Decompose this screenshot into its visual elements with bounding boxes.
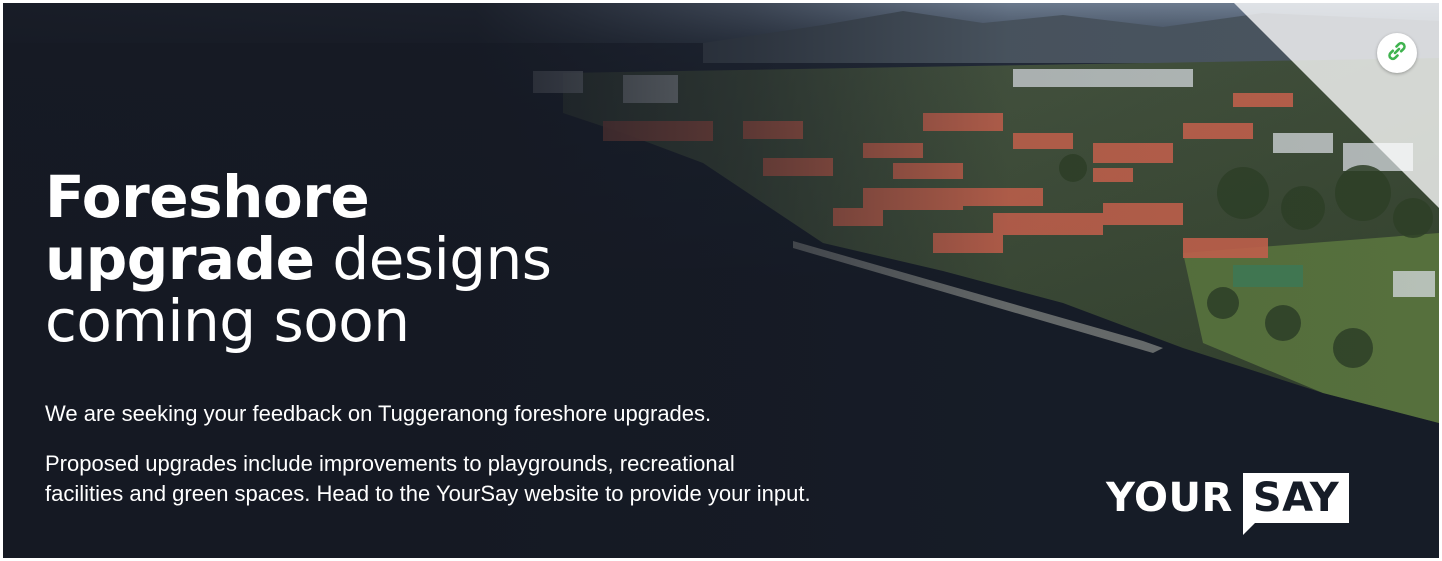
link-icon: [1385, 39, 1409, 68]
headline-bold-2: upgrade: [45, 225, 315, 293]
details-line-2: facilities and green spaces. Head to the…: [45, 481, 811, 506]
copy-link-button[interactable]: [1377, 33, 1417, 73]
details-paragraph: Proposed upgrades include improvements t…: [45, 449, 965, 509]
intro-paragraph: We are seeking your feedback on Tuggeran…: [45, 401, 712, 426]
logo-say-text: SAY: [1252, 475, 1340, 521]
logo-your-text: YOUR: [1106, 475, 1233, 521]
yoursay-logo[interactable]: YOUR SAY: [1106, 468, 1350, 535]
speech-tail-shape: [1242, 521, 1257, 535]
headline: Foreshore upgrade designs coming soon: [45, 166, 552, 352]
logo-say-box: SAY: [1242, 473, 1350, 535]
banner: Foreshore upgrade designs coming soon We…: [3, 3, 1439, 558]
link-corner-fold: [1234, 3, 1439, 208]
headline-bold-1: Foreshore: [45, 163, 370, 231]
headline-regular-2: designs: [332, 225, 552, 293]
details-line-1: Proposed upgrades include improvements t…: [45, 451, 735, 476]
headline-regular-3: coming soon: [45, 287, 410, 355]
